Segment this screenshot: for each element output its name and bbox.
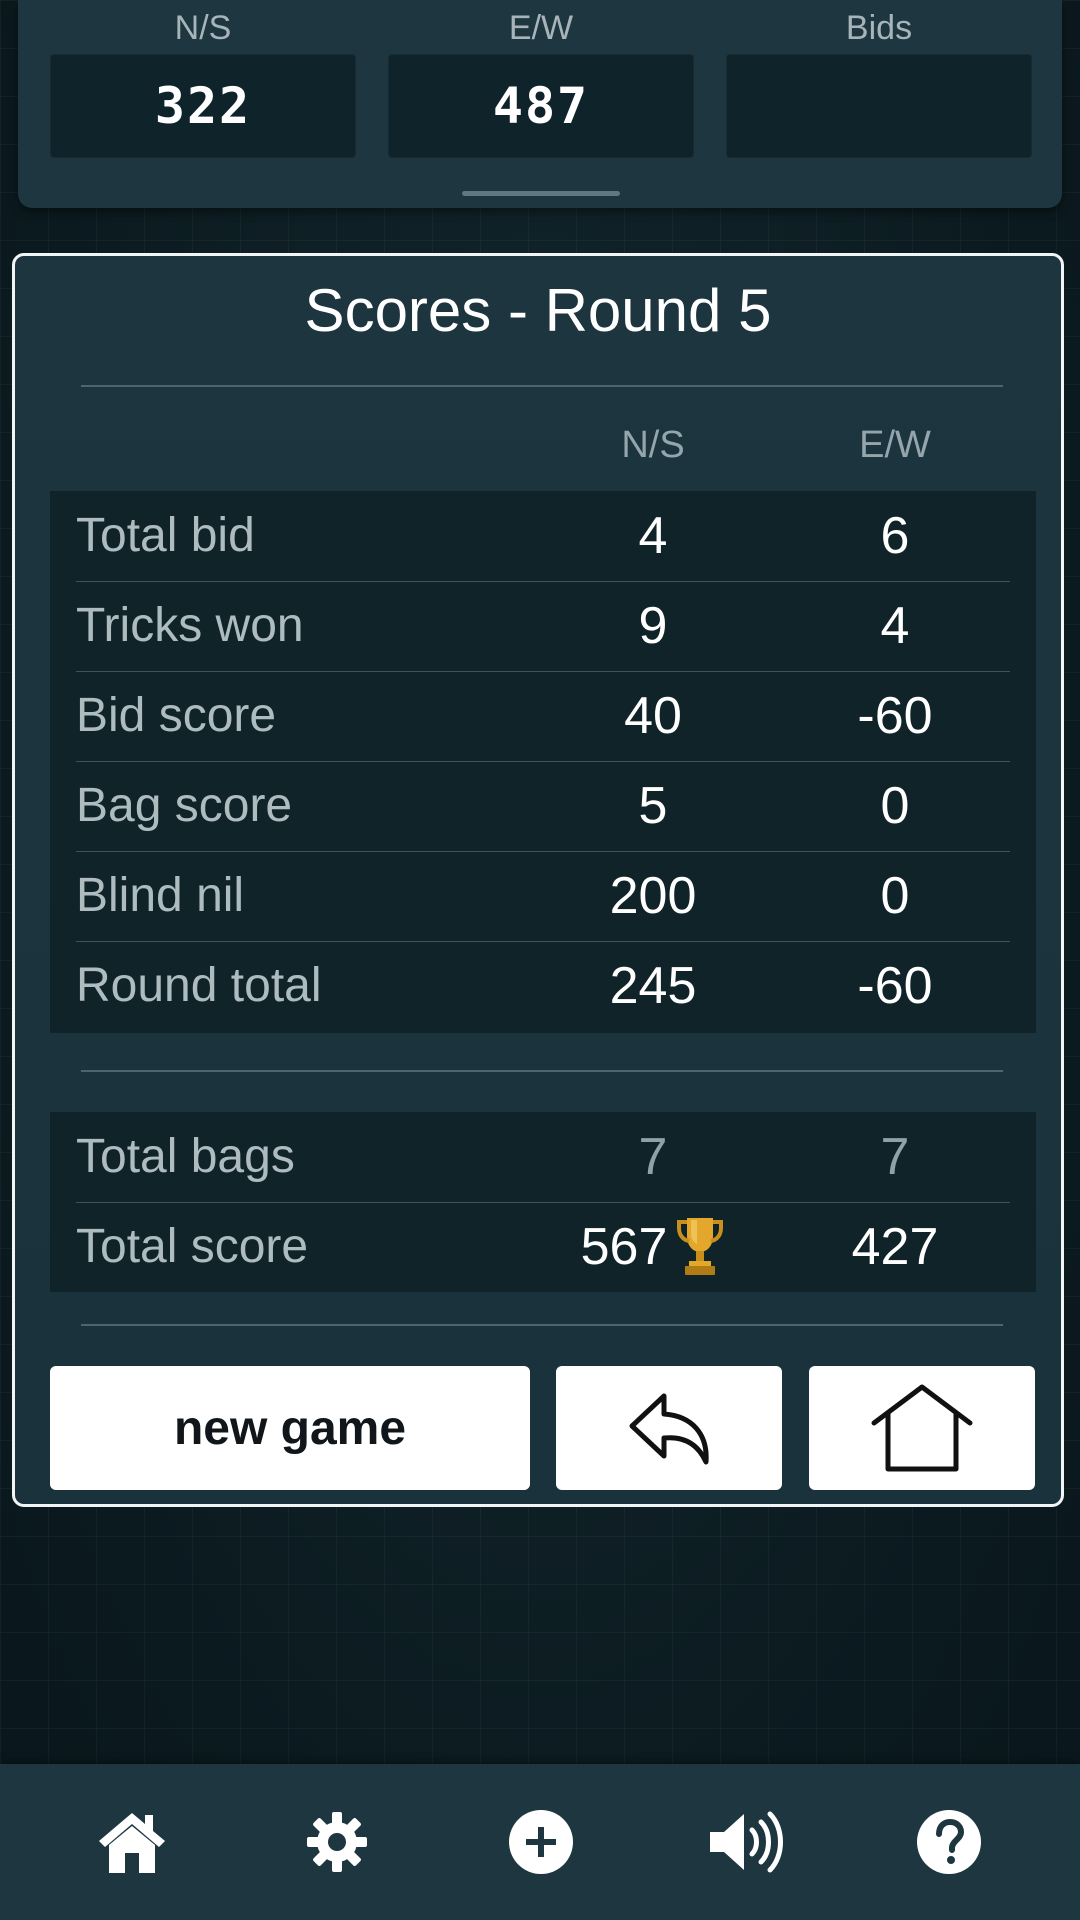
ew-label: E/W [508, 9, 574, 47]
bids-value [726, 54, 1032, 158]
ns-value: 9 [638, 597, 668, 655]
row-label: Total bid [76, 509, 255, 562]
table-row: Total bid 4 6 [50, 491, 1036, 581]
ns-value: 5 [638, 777, 668, 835]
row-label: Total bags [76, 1130, 295, 1183]
bids-label: Bids [845, 9, 913, 47]
row-label: Blind nil [76, 869, 245, 922]
ns-score-value: 322 [50, 54, 356, 158]
new-game-button[interactable]: new game [50, 1366, 530, 1490]
ns-value: 7 [638, 1128, 668, 1186]
ns-label: N/S [174, 9, 232, 47]
ew-score-value: 487 [388, 54, 694, 158]
ns-score-column: N/S 322 [50, 0, 356, 158]
ew-value: 0 [880, 777, 910, 835]
table-row: Bag score 5 0 [50, 761, 1036, 851]
ew-column-header: E/W [859, 424, 931, 466]
nav-sound-button[interactable] [675, 1764, 815, 1920]
trophy-icon [677, 1218, 724, 1276]
round-score-table: Total bid 4 6 Tricks won 9 4 Bid score 4… [50, 491, 1036, 1033]
table-row: Total score 567 427 [50, 1202, 1036, 1292]
totals-divider [81, 1070, 1003, 1072]
nav-help-button[interactable] [879, 1764, 1019, 1920]
title-divider [81, 385, 1003, 387]
ew-value: 4 [880, 597, 910, 655]
ns-value: 245 [609, 957, 697, 1015]
gear-icon [307, 1812, 367, 1872]
row-label: Bid score [76, 689, 277, 742]
nav-settings-button[interactable] [267, 1764, 407, 1920]
table-row: Round total 245 -60 [50, 941, 1036, 1031]
ew-score-column: E/W 487 [388, 0, 694, 158]
ew-value: 0 [880, 867, 910, 925]
row-label: Tricks won [76, 599, 304, 652]
row-label: Total score [76, 1220, 309, 1273]
scores-dialog: Scores - Round 5 N/S E/W Total bid 4 6 T… [12, 253, 1064, 1507]
house-outline-icon [871, 1384, 973, 1472]
ew-value: 427 [851, 1218, 939, 1276]
dialog-title: Scores - Round 5 [304, 277, 772, 344]
table-row: Bid score 40 -60 [50, 671, 1036, 761]
ew-value: 6 [880, 507, 910, 565]
table-row: Total bags 7 7 [50, 1112, 1036, 1202]
panel-drag-handle[interactable] [462, 191, 620, 196]
table-row: Blind nil 200 0 [50, 851, 1036, 941]
reply-arrow-icon [629, 1393, 709, 1465]
help-icon [917, 1810, 981, 1874]
ew-value: -60 [857, 687, 933, 745]
total-score-table: Total bags 7 7 Total score 567 427 [50, 1112, 1036, 1292]
bids-column: Bids [726, 0, 1032, 158]
row-label: Round total [76, 959, 322, 1012]
home-button[interactable] [809, 1366, 1035, 1490]
back-button[interactable] [556, 1366, 782, 1490]
bottom-nav [0, 1764, 1080, 1920]
ns-value: 4 [638, 507, 668, 565]
ew-value: 7 [880, 1128, 910, 1186]
ns-column-header: N/S [621, 424, 685, 466]
speaker-icon [710, 1811, 783, 1873]
scoreboard-panel: N/S 322 E/W 487 Bids [18, 0, 1062, 208]
ns-value: 40 [624, 687, 682, 745]
ns-value: 200 [609, 867, 697, 925]
ew-value: -60 [857, 957, 933, 1015]
home-icon [99, 1813, 165, 1873]
nav-home-button[interactable] [62, 1764, 202, 1920]
table-row: Tricks won 9 4 [50, 581, 1036, 671]
row-label: Bag score [76, 779, 293, 832]
ns-total-cell: 567 [533, 1202, 773, 1292]
nav-add-button[interactable] [471, 1764, 611, 1920]
buttons-divider [81, 1324, 1003, 1326]
plus-circle-icon [509, 1810, 573, 1874]
ns-value: 567 [580, 1218, 668, 1276]
